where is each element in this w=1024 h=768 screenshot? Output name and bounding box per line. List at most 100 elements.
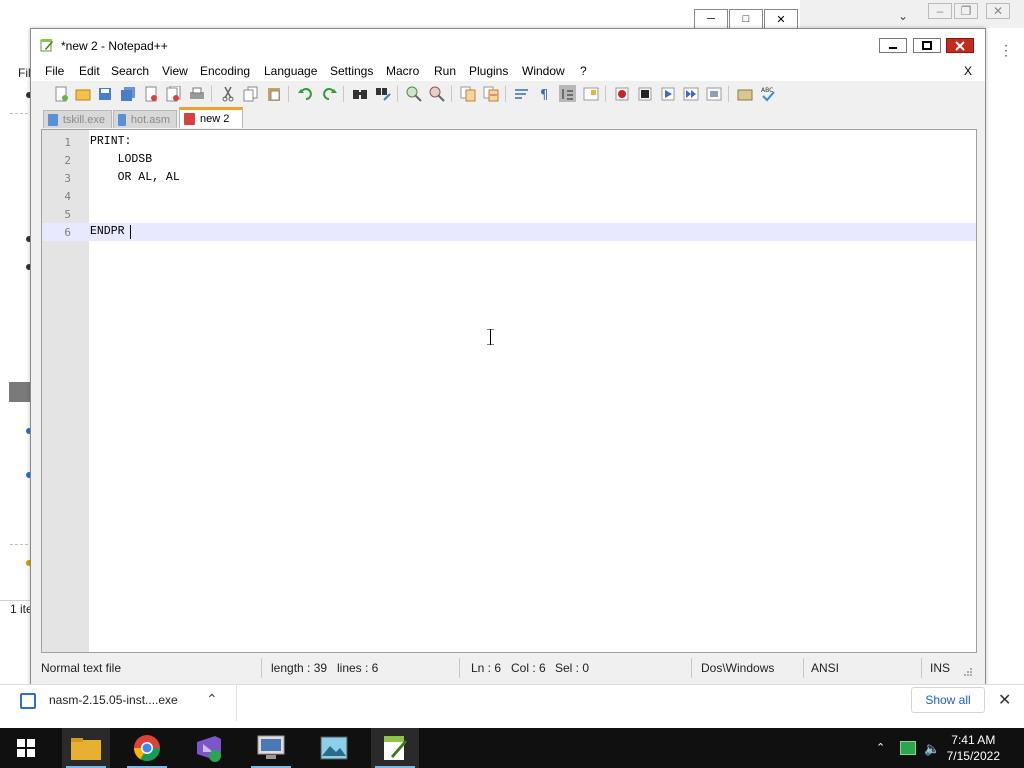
menu-settings[interactable]: Settings xyxy=(330,64,373,78)
file-encoding[interactable]: ANSI xyxy=(811,661,839,675)
menu-language[interactable]: Language xyxy=(264,64,317,78)
word-wrap-icon[interactable] xyxy=(513,85,530,102)
line-number: 4 xyxy=(64,190,71,203)
tab-hot-asm[interactable]: hot.asm xyxy=(113,110,177,128)
editor-line[interactable]: 2 LODSB xyxy=(42,151,976,169)
save-all-icon[interactable] xyxy=(119,85,136,102)
new-file-icon[interactable] xyxy=(52,85,69,102)
minimize-icon[interactable]: – xyxy=(928,3,952,19)
stop-record-icon[interactable] xyxy=(636,85,653,102)
taskbar: ⌃ 🔈 7:41 AM 7/15/2022 xyxy=(0,728,1024,768)
image-viewer-icon[interactable] xyxy=(310,728,358,768)
current-editor-line[interactable]: 6 ENDPR xyxy=(42,223,976,241)
close-icon[interactable]: ✕ xyxy=(986,3,1010,19)
chrome-icon[interactable] xyxy=(123,728,171,768)
download-filename[interactable]: nasm-2.15.05-inst....exe xyxy=(49,693,178,707)
menu-help[interactable]: ? xyxy=(580,64,587,78)
save-macro-icon[interactable] xyxy=(705,85,722,102)
indent-guide-icon[interactable] xyxy=(559,85,576,102)
minimize-button[interactable] xyxy=(879,38,907,53)
menu-run[interactable]: Run xyxy=(434,64,456,78)
toolbar-divider xyxy=(211,86,212,102)
tab-tskill-exe[interactable]: tskill.exe xyxy=(43,110,112,128)
editor-line[interactable]: 3 OR AL, AL xyxy=(42,169,976,187)
installer-file-icon xyxy=(20,693,36,709)
file-explorer-icon[interactable] xyxy=(62,728,110,768)
close-all-icon[interactable] xyxy=(165,85,182,102)
maximize-button[interactable] xyxy=(913,38,941,53)
menu-macro[interactable]: Macro xyxy=(386,64,419,78)
copy-icon[interactable] xyxy=(242,85,259,102)
volume-icon[interactable]: 🔈 xyxy=(924,741,940,757)
visual-studio-icon[interactable] xyxy=(184,728,232,768)
network-status-icon[interactable] xyxy=(900,741,916,755)
replace-icon[interactable] xyxy=(374,85,391,102)
insert-mode[interactable]: INS xyxy=(930,661,950,675)
document-map-icon[interactable] xyxy=(582,85,599,102)
selected-item[interactable] xyxy=(9,382,31,402)
text-caret xyxy=(130,225,131,239)
sync-vertical-icon[interactable] xyxy=(459,85,476,102)
menu-encoding[interactable]: Encoding xyxy=(200,64,250,78)
resize-grip-icon[interactable] xyxy=(963,667,973,677)
selection-length: Sel : 0 xyxy=(555,661,590,675)
close-button[interactable]: ✕ xyxy=(764,9,798,29)
i-beam-cursor-icon xyxy=(487,329,494,345)
minimize-button[interactable]: ─ xyxy=(694,9,728,29)
run-macro-multiple-icon[interactable] xyxy=(682,85,699,102)
close-document-button[interactable]: X xyxy=(964,64,972,78)
clock-time: 7:41 AM xyxy=(951,733,996,747)
zoom-out-icon[interactable] xyxy=(428,85,445,102)
close-button[interactable] xyxy=(946,38,974,53)
menu-view[interactable]: View xyxy=(162,64,188,78)
windows-start-icon[interactable] xyxy=(2,728,50,768)
menu-window[interactable]: Window xyxy=(522,64,565,78)
line-ending-format[interactable]: Dos\Windows xyxy=(701,661,774,675)
show-all-chars-icon[interactable]: ¶ xyxy=(536,85,553,102)
saved-file-icon xyxy=(118,113,126,126)
menu-file[interactable]: File xyxy=(45,64,64,78)
show-all-button[interactable]: Show all xyxy=(911,687,985,713)
svg-text:ABC: ABC xyxy=(761,87,773,94)
editor-line[interactable]: 1 PRINT: xyxy=(42,133,976,151)
remote-desktop-icon[interactable] xyxy=(247,728,295,768)
show-hidden-icons-icon[interactable]: ⌃ xyxy=(876,741,885,754)
chevron-up-icon[interactable]: ⌃ xyxy=(206,691,218,708)
status-bar: Normal text file length : 39 lines : 6 L… xyxy=(31,655,985,681)
system-clock[interactable]: 7:41 AM 7/15/2022 xyxy=(947,732,1000,764)
maximize-button[interactable]: □ xyxy=(729,9,763,29)
menu-plugins[interactable]: Plugins xyxy=(469,64,508,78)
close-file-icon[interactable] xyxy=(142,85,159,102)
line-number: 2 xyxy=(64,154,71,167)
title-bar[interactable]: *new 2 - Notepad++ xyxy=(31,29,985,61)
spell-check-icon[interactable]: ABC xyxy=(759,85,776,102)
more-options-icon[interactable]: ⋮ xyxy=(999,42,1013,59)
close-download-bar-icon[interactable]: ✕ xyxy=(998,690,1011,710)
zoom-in-icon[interactable] xyxy=(405,85,422,102)
background-window-titlebar: – ❐ ✕ xyxy=(800,0,1024,29)
maximize-icon xyxy=(922,40,932,50)
chevron-down-icon[interactable]: ⌄ xyxy=(898,9,908,23)
notepad-plus-plus-icon[interactable] xyxy=(371,728,419,768)
code-editor[interactable]: 1 PRINT: 2 LODSB 3 OR AL, AL 4 5 6 ENDPR xyxy=(41,129,977,653)
undo-icon[interactable] xyxy=(297,85,314,102)
paste-icon[interactable] xyxy=(265,85,282,102)
menu-edit[interactable]: Edit xyxy=(79,64,100,78)
sync-horizontal-icon[interactable] xyxy=(482,85,499,102)
record-macro-icon[interactable] xyxy=(613,85,630,102)
editor-line[interactable]: 4 xyxy=(42,187,976,205)
open-file-icon[interactable] xyxy=(74,85,91,102)
folder-as-workspace-icon[interactable] xyxy=(736,85,753,102)
save-icon[interactable] xyxy=(96,85,113,102)
editor-line[interactable]: 5 xyxy=(42,205,976,223)
toolbar-divider xyxy=(728,86,729,102)
menu-search[interactable]: Search xyxy=(111,64,149,78)
tab-new-2[interactable]: new 2 xyxy=(179,107,243,128)
play-macro-icon[interactable] xyxy=(659,85,676,102)
tab-bar: tskill.exe hot.asm new 2 xyxy=(31,107,985,129)
restore-icon[interactable]: ❐ xyxy=(954,3,978,19)
find-icon[interactable] xyxy=(351,85,368,102)
print-icon[interactable] xyxy=(188,85,205,102)
redo-icon[interactable] xyxy=(320,85,337,102)
cut-icon[interactable] xyxy=(219,85,236,102)
